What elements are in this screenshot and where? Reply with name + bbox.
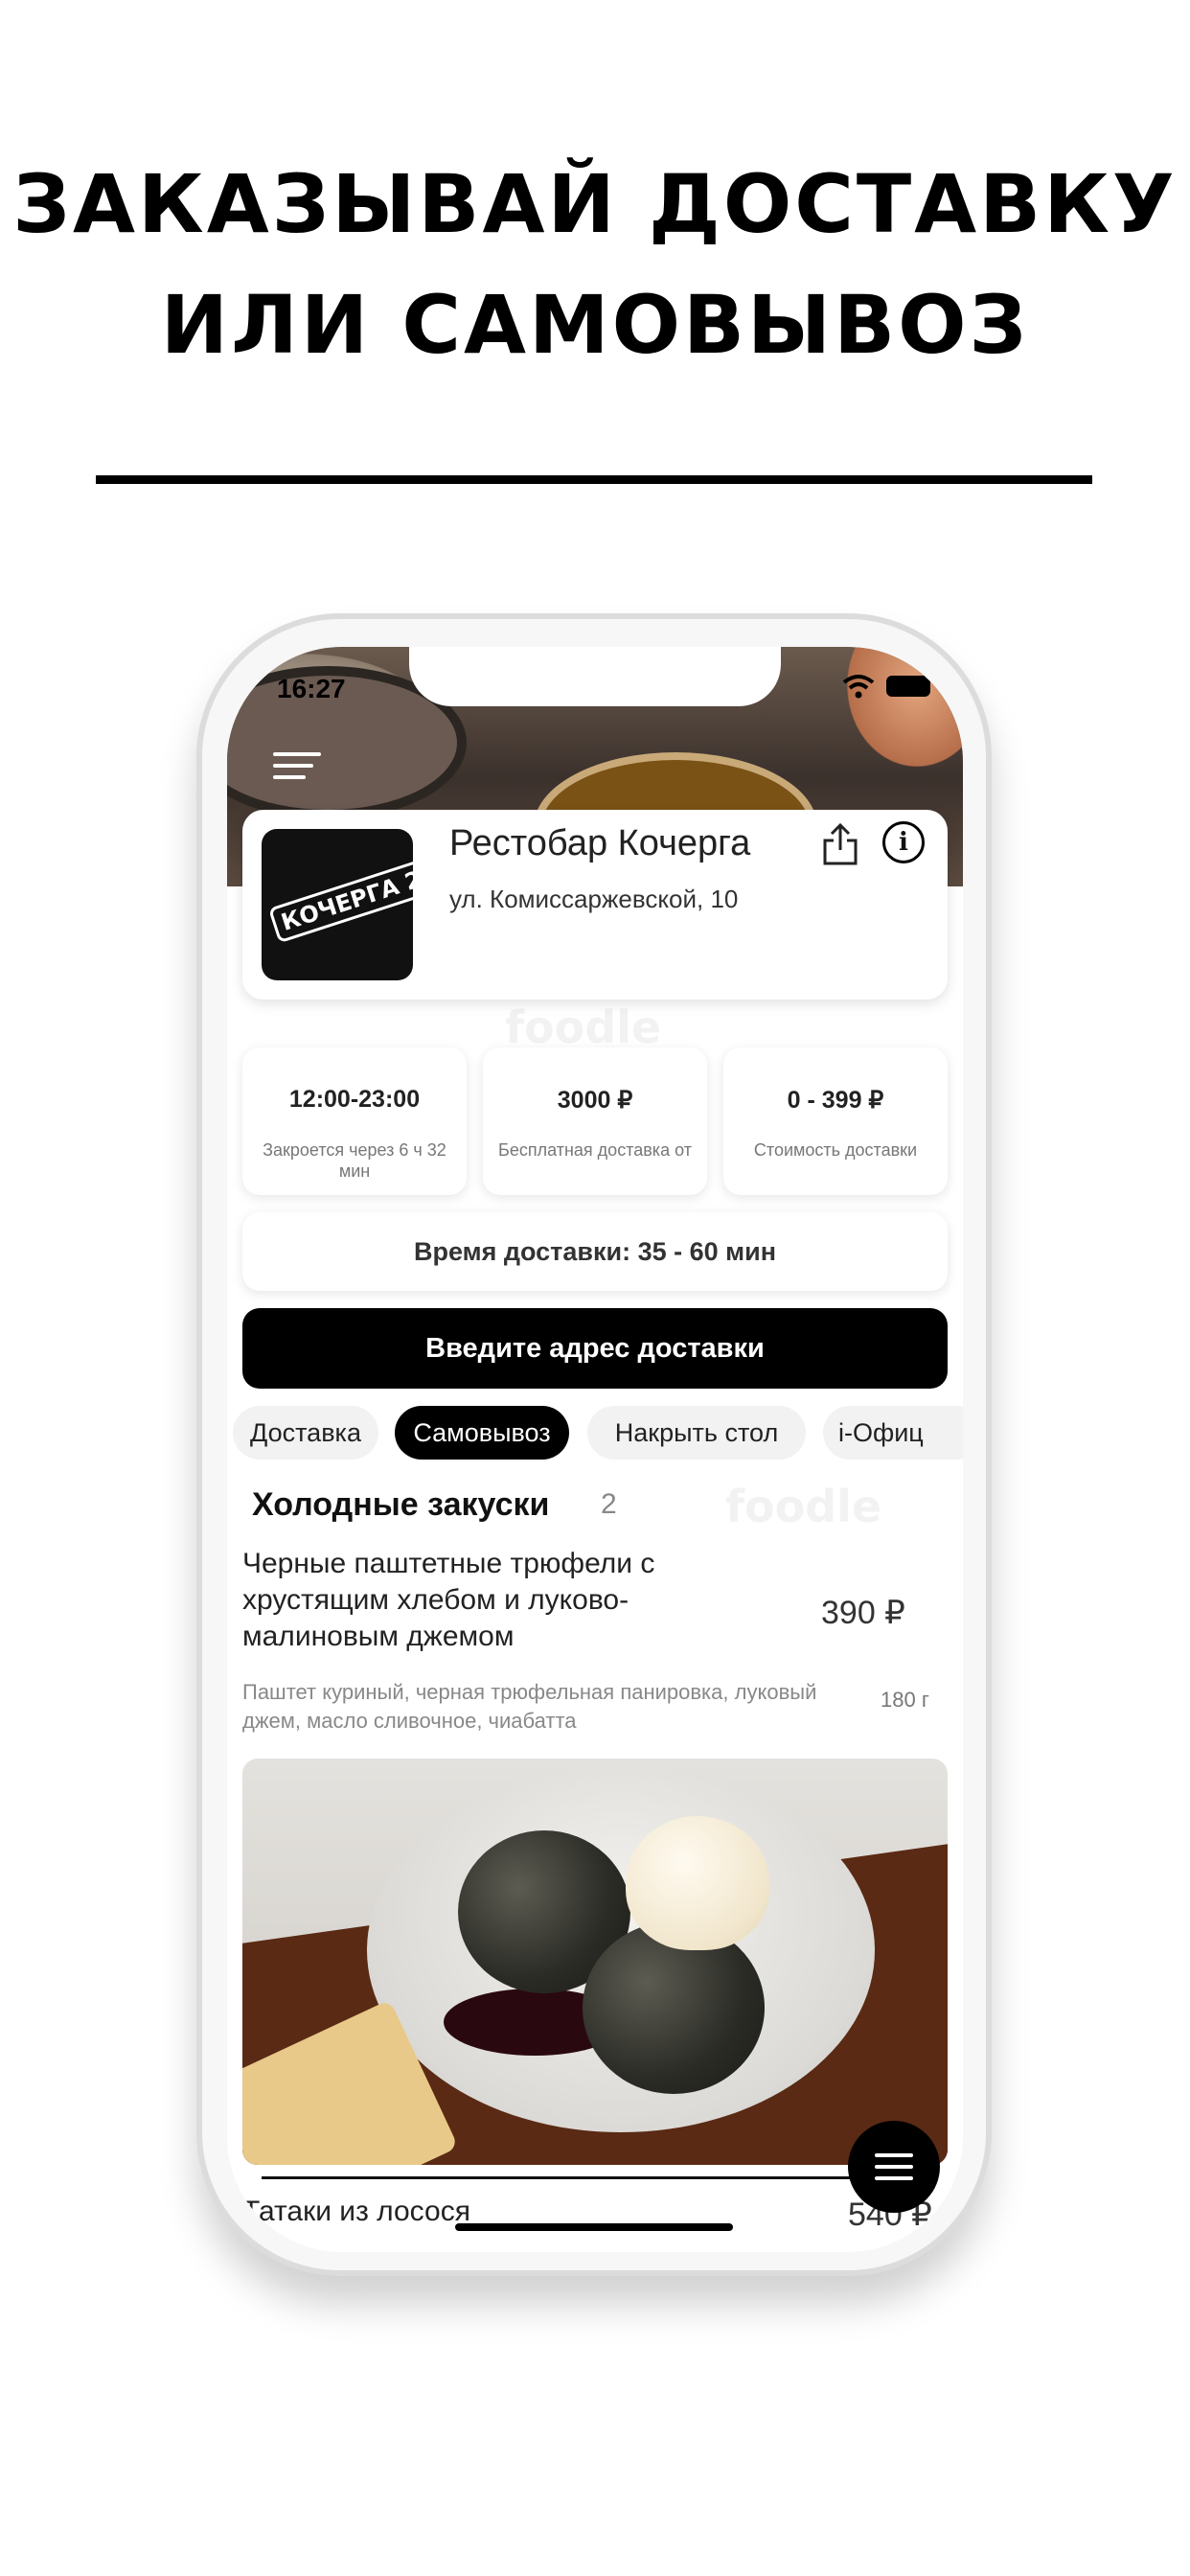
restaurant-logo: КОЧЕРГА 2.0 [262, 829, 413, 980]
tab-delivery[interactable]: Доставка [233, 1406, 378, 1460]
free-delivery-threshold: 3000 ₽ [557, 1087, 633, 1114]
floating-menu-button[interactable] [848, 2121, 940, 2213]
section-item-count: 2 [601, 1488, 617, 1520]
free-delivery-label: Бесплатная доставка от [498, 1140, 692, 1160]
category-tabs: Доставка Самовывоз Накрыть стол i-Офиц [227, 1402, 963, 1461]
delivery-time-banner: Время доставки: 35 - 60 мин [242, 1212, 948, 1291]
free-delivery-card: 3000 ₽ Бесплатная доставка от [483, 1047, 707, 1195]
closing-countdown: Закроется через 6 ч 32 мин [263, 1140, 446, 1181]
headline-divider [96, 475, 1092, 484]
opening-hours-card: 12:00-23:00 Закроется через 6 ч 32 мин [242, 1047, 467, 1195]
delivery-cost-card: 0 - 399 ₽ Стоимость доставки [723, 1047, 948, 1195]
headline-line-2: ИЛИ САМОВЫВОЗ [160, 278, 1030, 372]
dish-description: Паштет куриный, черная трюфельная паниро… [242, 1680, 817, 1733]
tab-reserve-table[interactable]: Накрыть стол [587, 1406, 806, 1460]
wifi-icon [842, 675, 875, 699]
tab-pickup[interactable]: Самовывоз [395, 1406, 569, 1460]
logo-lettering: КОЧЕРГА 2.0 [267, 850, 413, 944]
watermark-brand-2: foodle [725, 1481, 882, 1532]
watermark-brand: foodle [505, 1001, 662, 1053]
info-icon[interactable]: i [882, 821, 925, 863]
hamburger-menu-icon[interactable] [273, 752, 321, 785]
butter-swirl [626, 1816, 769, 1950]
dish-weight: 180 г [881, 1688, 929, 1712]
delivery-cost: 0 - 399 ₽ [787, 1087, 884, 1114]
dish-photo[interactable] [242, 1759, 948, 2165]
foodle-watermark: foodle [505, 1001, 661, 1053]
foodle-watermark-2: foodle [725, 1481, 881, 1532]
home-indicator [455, 2223, 733, 2231]
dish-price: 390 ₽ [821, 1595, 905, 1631]
headline-line-1: ЗАКАЗЫВАЙ ДОСТАВКУ [12, 157, 1178, 251]
phone-screen: 16:27 КОЧЕРГА 2.0 Рестобар Кочерга ул. К… [227, 647, 963, 2252]
status-time: 16:27 [277, 674, 346, 703]
tab-i-office[interactable]: i-Офиц [823, 1406, 963, 1460]
enter-address-button[interactable]: Введите адрес доставки [242, 1308, 948, 1389]
share-icon[interactable] [821, 821, 859, 867]
phone-notch [409, 647, 781, 706]
restaurant-address: ул. Комиссаржевской, 10 [449, 885, 739, 913]
next-dish-name[interactable]: Татаки из лосося [242, 2196, 470, 2228]
delivery-cost-label: Стоимость доставки [753, 1140, 918, 1160]
battery-icon [886, 676, 930, 697]
opening-hours: 12:00-23:00 [288, 1086, 421, 1113]
section-title: Холодные закуски [252, 1486, 550, 1523]
item-separator [262, 2176, 875, 2179]
promo-headline: ЗАКАЗЫВАЙ ДОСТАВКУ ИЛИ САМОВЫВОЗ [0, 144, 1190, 385]
restaurant-info-card: КОЧЕРГА 2.0 Рестобар Кочерга ул. Комисса… [242, 810, 948, 1000]
restaurant-name: Рестобар Кочерга [449, 823, 751, 863]
dish-name[interactable]: Черные паштетные трюфели с хрустящим хле… [242, 1546, 741, 1655]
